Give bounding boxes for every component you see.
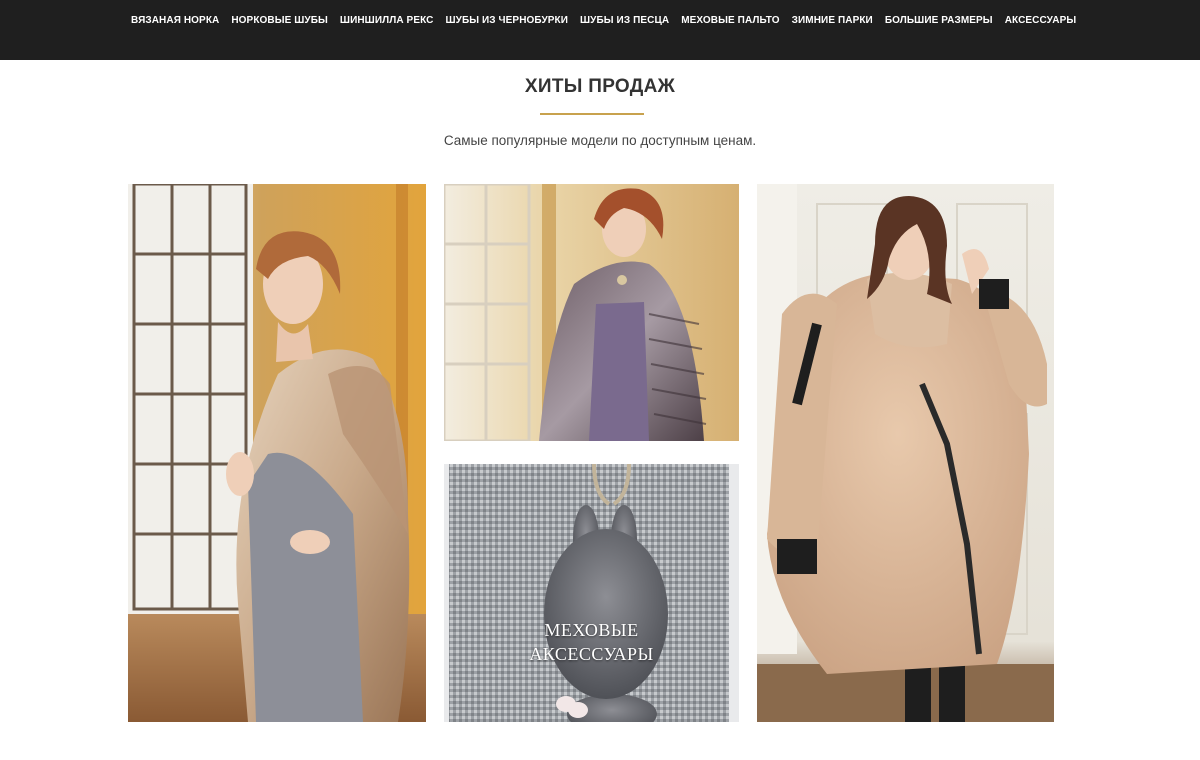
nav-item-accessories[interactable]: Аксессуары	[1005, 15, 1077, 26]
product-tile-shearling-coat[interactable]	[757, 184, 1054, 722]
top-navigation: Вязаная норка Норковые шубы Шиншилла рек…	[0, 0, 1200, 60]
product-tile-silver-fox[interactable]	[444, 184, 739, 441]
section-subtitle: Самые популярные модели по доступным цен…	[443, 133, 757, 148]
nav-item-mink-coats[interactable]: Норковые шубы	[231, 15, 328, 26]
nav-item-silver-fox-coats[interactable]: Шубы из чернобурки	[445, 15, 568, 26]
product-photo	[128, 184, 426, 722]
nav-item-winter-parkas[interactable]: Зимние парки	[792, 15, 873, 26]
accessories-label-line2: АКСЕССУАРЫ	[529, 644, 654, 664]
nav-item-plus-sizes[interactable]: Большие размеры	[885, 15, 993, 26]
nav-item-chinchilla-rex[interactable]: Шиншилла рекс	[340, 15, 434, 26]
category-menu: Вязаная норка Норковые шубы Шиншилла рек…	[131, 15, 1088, 26]
accessories-label-line1: МЕХОВЫЕ	[544, 620, 639, 640]
product-tile-fur-accessories[interactable]: МЕХОВЫЕ АКСЕССУАРЫ	[444, 464, 739, 722]
section-title: ХИТЫ ПРОДАЖ	[524, 76, 676, 97]
nav-item-knitted-mink[interactable]: Вязаная норка	[131, 15, 219, 26]
product-photo	[757, 184, 1054, 722]
product-photo	[444, 464, 739, 722]
title-divider	[540, 113, 644, 115]
nav-item-fur-coats[interactable]: Меховые пальто	[681, 15, 779, 26]
product-photo	[444, 184, 739, 441]
nav-item-arctic-fox-coats[interactable]: Шубы из песца	[580, 15, 669, 26]
accessories-overlay-label: МЕХОВЫЕ АКСЕССУАРЫ	[444, 618, 739, 666]
product-tile-knitted-mink[interactable]	[128, 184, 426, 722]
